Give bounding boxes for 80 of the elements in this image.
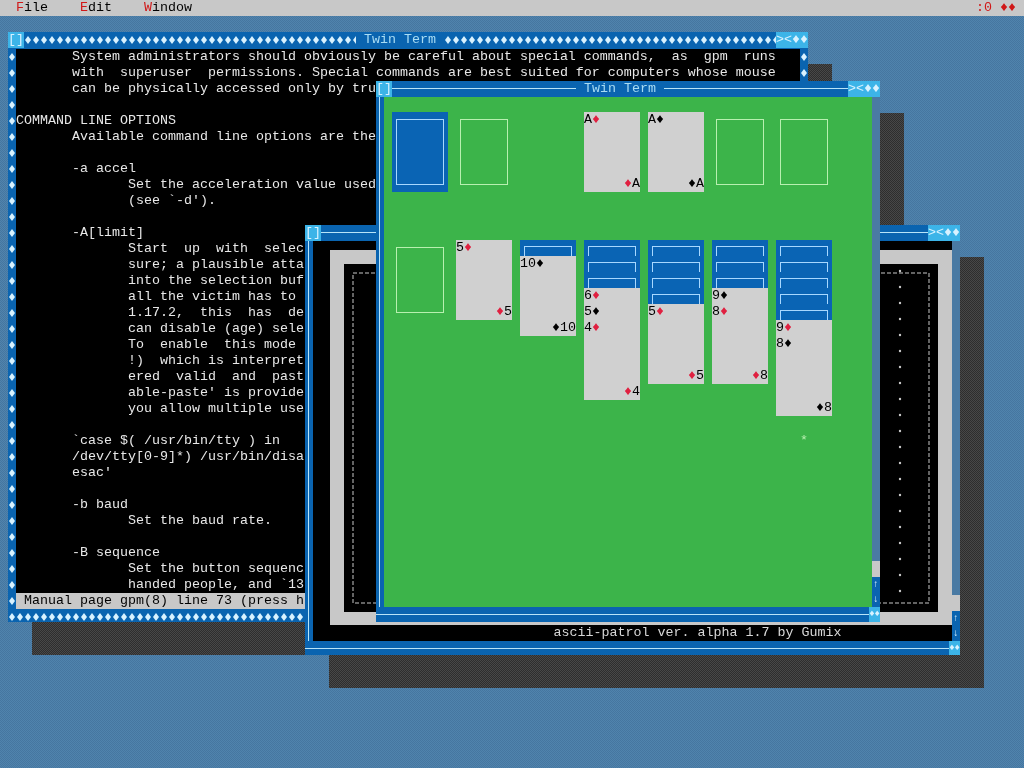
- text-line: esac': [71, 465, 112, 481]
- card-label: ♦A: [688, 176, 704, 192]
- stock-pile[interactable]: [392, 112, 448, 192]
- text-line: `case $( /usr/bin/tty ) in: [71, 433, 280, 449]
- card-label: 6♦: [584, 288, 600, 304]
- menu-item[interactable]: File: [16, 0, 48, 16]
- playing-card[interactable]: 5♦ ♦5: [648, 304, 704, 384]
- text-line: Set the baud rate.: [126, 513, 272, 529]
- playing-card[interactable]: 8♦ ♦8: [776, 336, 832, 416]
- card-label: ♦5: [688, 368, 704, 384]
- card-back[interactable]: [712, 240, 768, 256]
- card-label: 5♦: [456, 240, 472, 256]
- card-label: 9♦: [712, 288, 728, 304]
- display-indicator: :0: [976, 0, 992, 16]
- text-line: COMMAND LINE OPTIONS: [16, 113, 176, 129]
- text-line: 1.17.2, this has de: [126, 305, 304, 321]
- text-line: with superuser permissions. Special commands are best suited for computers whose mouse: [71, 65, 776, 81]
- playing-card[interactable]: 9♦: [712, 288, 768, 304]
- card-label: 5♦: [584, 304, 600, 320]
- card-label: 10♦: [520, 256, 544, 272]
- playing-card[interactable]: 5♦ ♦5: [456, 240, 512, 320]
- card-back[interactable]: [584, 240, 640, 256]
- card-label: A♦: [648, 112, 664, 128]
- text-line: -b baud: [71, 497, 128, 513]
- playing-card[interactable]: 10♦ ♦10: [520, 256, 576, 336]
- card-back[interactable]: [648, 288, 704, 304]
- text-line: you allow multiple use: [126, 401, 304, 417]
- text-line: able-paste' is provide: [126, 385, 304, 401]
- card-label: ♦8: [816, 400, 832, 416]
- text-line: into the selection buf: [126, 273, 304, 289]
- text-line: /dev/tty[0-9]*) /usr/bin/disa: [71, 449, 304, 465]
- playing-card[interactable]: 9♦: [776, 320, 832, 336]
- text-line: -B sequence: [71, 545, 160, 561]
- card-label: ♦4: [624, 384, 640, 400]
- playing-card[interactable]: 8♦ ♦8: [712, 304, 768, 384]
- text-line: can be physically accessed only by tru: [71, 81, 376, 97]
- card-back[interactable]: [776, 304, 832, 320]
- card-back[interactable]: [584, 272, 640, 288]
- card-label: 4♦: [584, 320, 600, 336]
- window-title: Twin Term: [363, 32, 437, 48]
- text-line: (see `-d').: [126, 193, 216, 209]
- text-line: !) which is interpret: [126, 353, 304, 369]
- playing-card[interactable]: A♦ ♦A: [648, 112, 704, 192]
- text-line: System administrators should obviously be careful about special commands, as gpm runs: [71, 49, 776, 65]
- card-back[interactable]: [648, 240, 704, 256]
- text-line: -A[limit]: [71, 225, 144, 241]
- card-label: 9♦: [776, 320, 792, 336]
- card-label: ♦8: [752, 368, 768, 384]
- playing-card[interactable]: 5♦: [584, 304, 640, 320]
- card-label: 8♦: [712, 304, 728, 320]
- text-line: Set the button sequenc: [126, 561, 304, 577]
- playing-card[interactable]: 6♦: [584, 288, 640, 304]
- status-line: ascii-patrol ver. alpha 1.7 by Gumix: [552, 625, 843, 641]
- card-label: 8♦: [776, 336, 792, 352]
- cursor-marker: *: [800, 433, 808, 449]
- playing-card[interactable]: 4♦ ♦4: [584, 320, 640, 400]
- text-line: Available command line options are the: [71, 129, 376, 145]
- text-line: all the victim has to: [126, 289, 296, 305]
- card-label: A♦: [584, 112, 600, 128]
- card-label: 5♦: [648, 304, 664, 320]
- text-line: handed people, and `13: [126, 577, 304, 593]
- window-title: Twin Term: [583, 81, 657, 97]
- text-line: can disable (age) sele: [126, 321, 304, 337]
- card-back[interactable]: [712, 272, 768, 288]
- scroll-thumb[interactable]: [872, 561, 880, 577]
- text-line: To enable this mode: [126, 337, 296, 353]
- menu-item[interactable]: Edit: [80, 0, 112, 16]
- text-line: ered valid and past: [126, 369, 304, 385]
- text-line: sure; a plausible atta: [126, 257, 304, 273]
- card-back[interactable]: [520, 240, 576, 256]
- text-line: Set the acceleration value used: [126, 177, 376, 193]
- scroll-thumb[interactable]: [952, 595, 960, 611]
- text-line: -a accel: [71, 161, 136, 177]
- menu-item[interactable]: Window: [144, 0, 192, 16]
- card-back[interactable]: [776, 240, 832, 256]
- text-line: Start up with selec: [126, 241, 304, 257]
- card-label: ♦10: [552, 320, 576, 336]
- card-label: ♦5: [496, 304, 512, 320]
- playing-card[interactable]: A♦ ♦A: [584, 112, 640, 192]
- card-label: ♦A: [624, 176, 640, 192]
